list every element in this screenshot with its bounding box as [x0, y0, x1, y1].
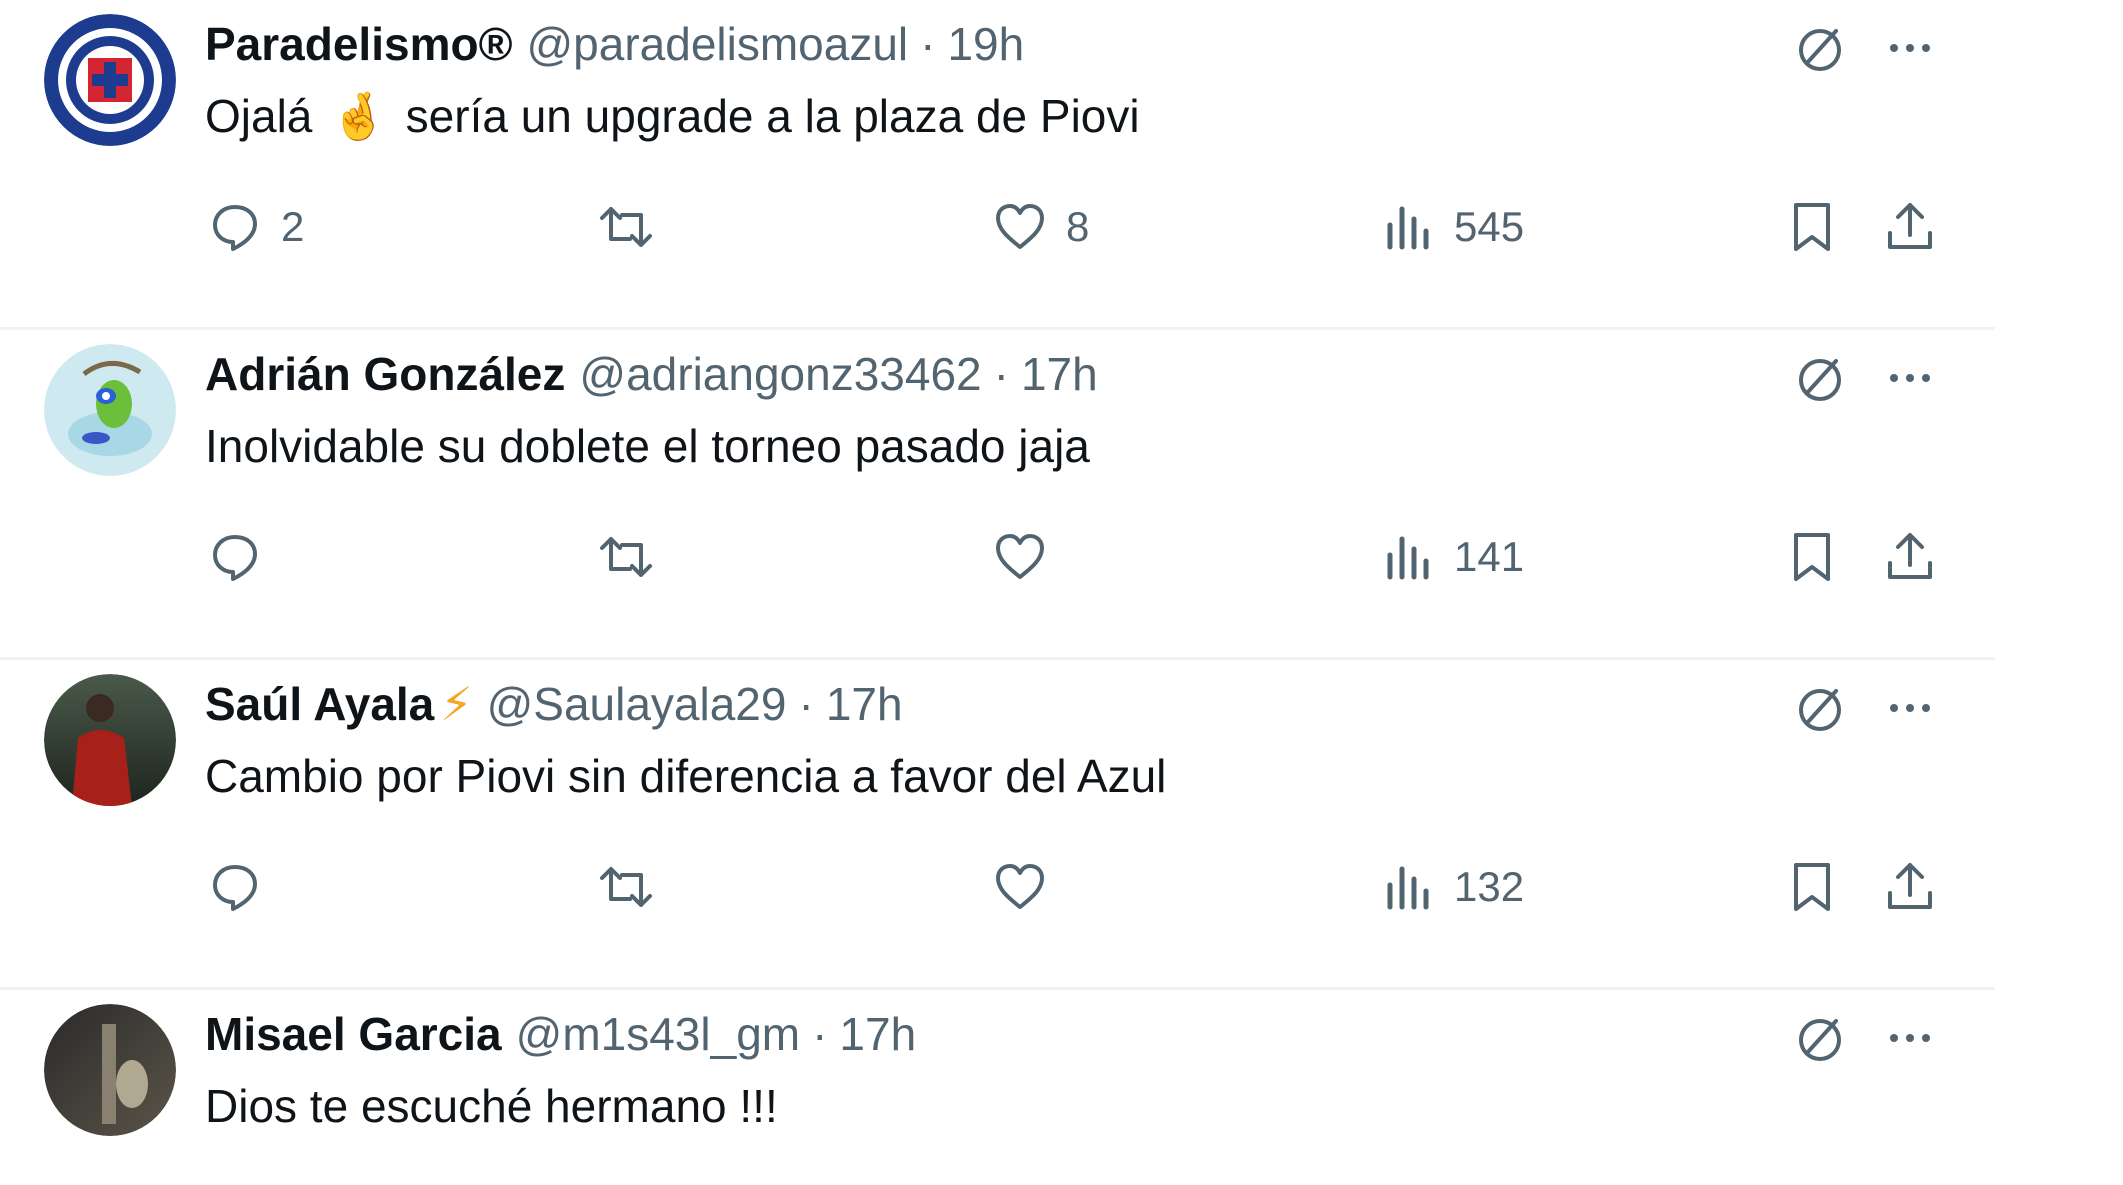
- more-icon[interactable]: [1880, 18, 1940, 78]
- more-icon[interactable]: [1880, 1008, 1940, 1068]
- share-button[interactable]: [1880, 852, 1940, 922]
- tweet-text-part: Dios te escuché hermano !!!: [205, 1080, 778, 1132]
- tweet[interactable]: Paradelismo® @paradelismoazul · 19h Ojal…: [0, 0, 1995, 330]
- display-name[interactable]: Paradelismo®: [205, 17, 512, 71]
- views-button[interactable]: 545: [1378, 192, 1524, 262]
- tweet[interactable]: Misael Garcia @m1s43l_gm · 17h Dios te e…: [0, 990, 1995, 1185]
- tweet-text: Ojalá 🤞 sería un upgrade a la plaza de P…: [205, 86, 1140, 146]
- views-count: 132: [1454, 863, 1525, 910]
- bookmark-icon: [1794, 533, 1830, 581]
- like-button[interactable]: [990, 852, 1066, 922]
- like-button[interactable]: 8: [990, 192, 1089, 262]
- more-icon[interactable]: [1880, 678, 1940, 738]
- bookmark-button[interactable]: [1782, 852, 1842, 922]
- views-icon: [1387, 536, 1429, 580]
- grok-icon[interactable]: [1790, 678, 1850, 738]
- lightning-emoji: ⚡: [440, 678, 473, 730]
- separator-dot: ·: [798, 678, 814, 730]
- tweet-text-part: sería un upgrade a la plaza de Piovi: [405, 90, 1140, 142]
- emoji: 🤞: [330, 90, 388, 142]
- display-name[interactable]: Adrián González: [205, 347, 565, 401]
- grok-icon[interactable]: [1790, 348, 1850, 408]
- tweet-header: Paradelismo® @paradelismoazul · 19h: [205, 14, 1024, 74]
- views-button[interactable]: 132: [1378, 852, 1524, 922]
- views-button[interactable]: 141: [1378, 522, 1524, 592]
- bookmark-icon: [1794, 203, 1830, 251]
- retweet-button[interactable]: [596, 852, 672, 922]
- views-icon: [1387, 206, 1429, 250]
- share-button[interactable]: [1880, 522, 1940, 592]
- display-name[interactable]: Saúl Ayala: [205, 677, 434, 731]
- avatar[interactable]: [44, 1004, 176, 1136]
- avatar[interactable]: [44, 14, 176, 146]
- tweet-actions: 141: [0, 522, 1995, 592]
- grok-icon[interactable]: [1790, 18, 1850, 78]
- user-handle[interactable]: @m1s43l_gm: [516, 1007, 800, 1061]
- tweet[interactable]: Saúl Ayala ⚡ @Saulayala29 · 17h Cambio p…: [0, 660, 1995, 990]
- tweet-text-part: Ojalá: [205, 90, 313, 142]
- views-count: 545: [1454, 203, 1525, 250]
- bookmark-icon: [1794, 863, 1830, 911]
- separator-dot: ·: [812, 1008, 828, 1060]
- tweet-header: Adrián González @adriangonz33462 · 17h: [205, 344, 1098, 404]
- retweet-icon: [600, 867, 652, 907]
- user-handle[interactable]: @Saulayala29: [487, 677, 787, 731]
- retweet-icon: [600, 537, 652, 577]
- tweet-text: Inolvidable su doblete el torneo pasado …: [205, 416, 1090, 476]
- reply-button[interactable]: [205, 852, 281, 922]
- tweet-actions: 2 8 545: [0, 192, 1995, 262]
- timestamp[interactable]: 17h: [839, 1007, 916, 1061]
- reply-button[interactable]: [205, 522, 281, 592]
- timestamp[interactable]: 19h: [947, 17, 1024, 71]
- user-handle[interactable]: @adriangonz33462: [579, 347, 981, 401]
- avatar[interactable]: [44, 344, 176, 476]
- reply-count: 2: [281, 203, 305, 250]
- timestamp[interactable]: 17h: [826, 677, 903, 731]
- like-count: 8: [1066, 203, 1090, 250]
- tweet-text: Cambio por Piovi sin diferencia a favor …: [205, 746, 1166, 806]
- reply-icon: [213, 205, 257, 251]
- like-button[interactable]: [990, 522, 1066, 592]
- grok-icon[interactable]: [1790, 1008, 1850, 1068]
- reply-icon: [213, 865, 257, 911]
- retweet-icon: [600, 207, 652, 247]
- tweet-text-part: Inolvidable su doblete el torneo pasado …: [205, 420, 1090, 472]
- tweet-text: Dios te escuché hermano !!!: [205, 1076, 778, 1136]
- tweet-header: Saúl Ayala ⚡ @Saulayala29 · 17h: [205, 674, 903, 734]
- separator-dot: ·: [920, 18, 936, 70]
- display-name[interactable]: Misael Garcia: [205, 1007, 502, 1061]
- heart-icon: [996, 534, 1044, 579]
- tweet[interactable]: Adrián González @adriangonz33462 · 17h I…: [0, 330, 1995, 660]
- views-count: 141: [1454, 533, 1525, 580]
- more-icon[interactable]: [1880, 348, 1940, 408]
- views-icon: [1387, 866, 1429, 910]
- share-button[interactable]: [1880, 192, 1940, 262]
- share-icon: [1888, 533, 1932, 579]
- tweet-text-part: Cambio por Piovi sin diferencia a favor …: [205, 750, 1167, 802]
- avatar[interactable]: [44, 674, 176, 806]
- retweet-button[interactable]: [596, 192, 672, 262]
- reply-button[interactable]: 2: [205, 192, 304, 262]
- user-handle[interactable]: @paradelismoazul: [526, 17, 908, 71]
- share-icon: [1888, 863, 1932, 909]
- timestamp[interactable]: 17h: [1021, 347, 1098, 401]
- share-icon: [1888, 203, 1932, 249]
- heart-icon: [996, 864, 1044, 909]
- bookmark-button[interactable]: [1782, 192, 1842, 262]
- reply-icon: [213, 535, 257, 581]
- separator-dot: ·: [993, 348, 1009, 400]
- retweet-button[interactable]: [596, 522, 672, 592]
- tweet-header: Misael Garcia @m1s43l_gm · 17h: [205, 1004, 916, 1064]
- heart-icon: [996, 204, 1044, 249]
- tweet-actions: 132: [0, 852, 1995, 922]
- bookmark-button[interactable]: [1782, 522, 1842, 592]
